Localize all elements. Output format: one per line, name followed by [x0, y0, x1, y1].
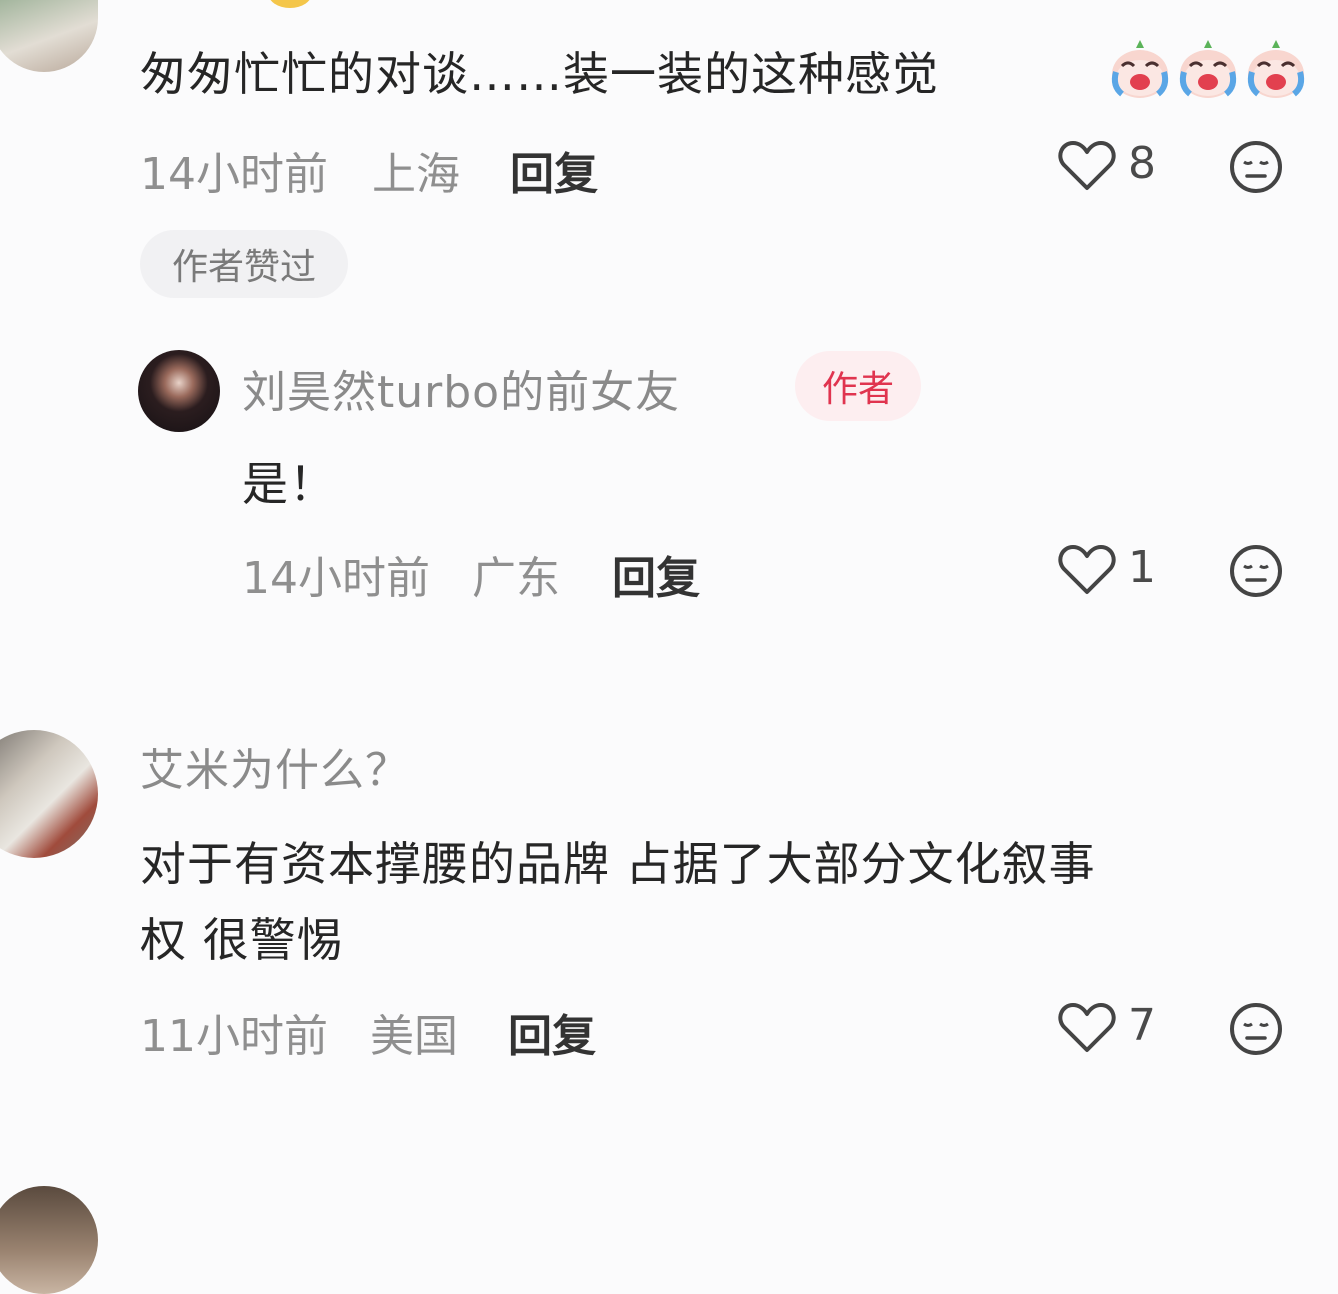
- comment-text: 匆匆忙忙的对谈……装一装的这种感觉: [140, 47, 939, 101]
- avatar[interactable]: [0, 1186, 98, 1294]
- liked-by-author-chip: 作者赞过: [140, 230, 348, 298]
- reply-username[interactable]: 刘昊然turbo的前女友: [242, 356, 680, 420]
- like-count: 8: [1128, 138, 1156, 189]
- reply-button[interactable]: 回复: [612, 542, 700, 606]
- comment-location: 上海: [372, 149, 460, 200]
- liked-by-author-label: 作者赞过: [171, 247, 316, 288]
- reply-text: 是！: [242, 457, 336, 511]
- dislike-face-icon[interactable]: [1229, 544, 1283, 598]
- comment-time: 14小时前: [140, 149, 328, 200]
- dislike-face-icon[interactable]: [1229, 1002, 1283, 1056]
- reply-time: 14小时前: [242, 553, 430, 604]
- comment-text-line: 权 很警惕: [140, 913, 344, 967]
- dislike-face-icon[interactable]: [1229, 140, 1283, 194]
- laughing-crying-emoji-icon: [1176, 36, 1240, 104]
- like-count: 7: [1128, 1000, 1156, 1051]
- avatar[interactable]: [138, 350, 220, 432]
- comment-time: 11小时前: [140, 1011, 328, 1062]
- avatar[interactable]: [0, 0, 98, 72]
- laughing-crying-emoji-icon: [1108, 36, 1172, 104]
- comment-username[interactable]: 艾米为什么？: [140, 734, 410, 798]
- author-badge-label: 作者: [821, 369, 894, 410]
- laughing-crying-emoji-icon: [1244, 36, 1308, 104]
- like-count: 1: [1128, 542, 1156, 593]
- heart-icon[interactable]: [1058, 1002, 1116, 1054]
- reply-location: 广东: [472, 553, 560, 604]
- heart-icon[interactable]: [1058, 140, 1116, 192]
- heart-icon[interactable]: [1058, 544, 1116, 596]
- avatar[interactable]: [0, 730, 98, 858]
- reply-button[interactable]: 回复: [508, 1000, 596, 1064]
- comment-location: 美国: [370, 1011, 458, 1062]
- comment-text-line: 对于有资本撑腰的品牌 占据了大部分文化叙事: [140, 837, 1096, 891]
- reply-button[interactable]: 回复: [510, 138, 598, 202]
- avatar-badge: [268, 0, 312, 8]
- author-badge: 作者: [795, 351, 921, 421]
